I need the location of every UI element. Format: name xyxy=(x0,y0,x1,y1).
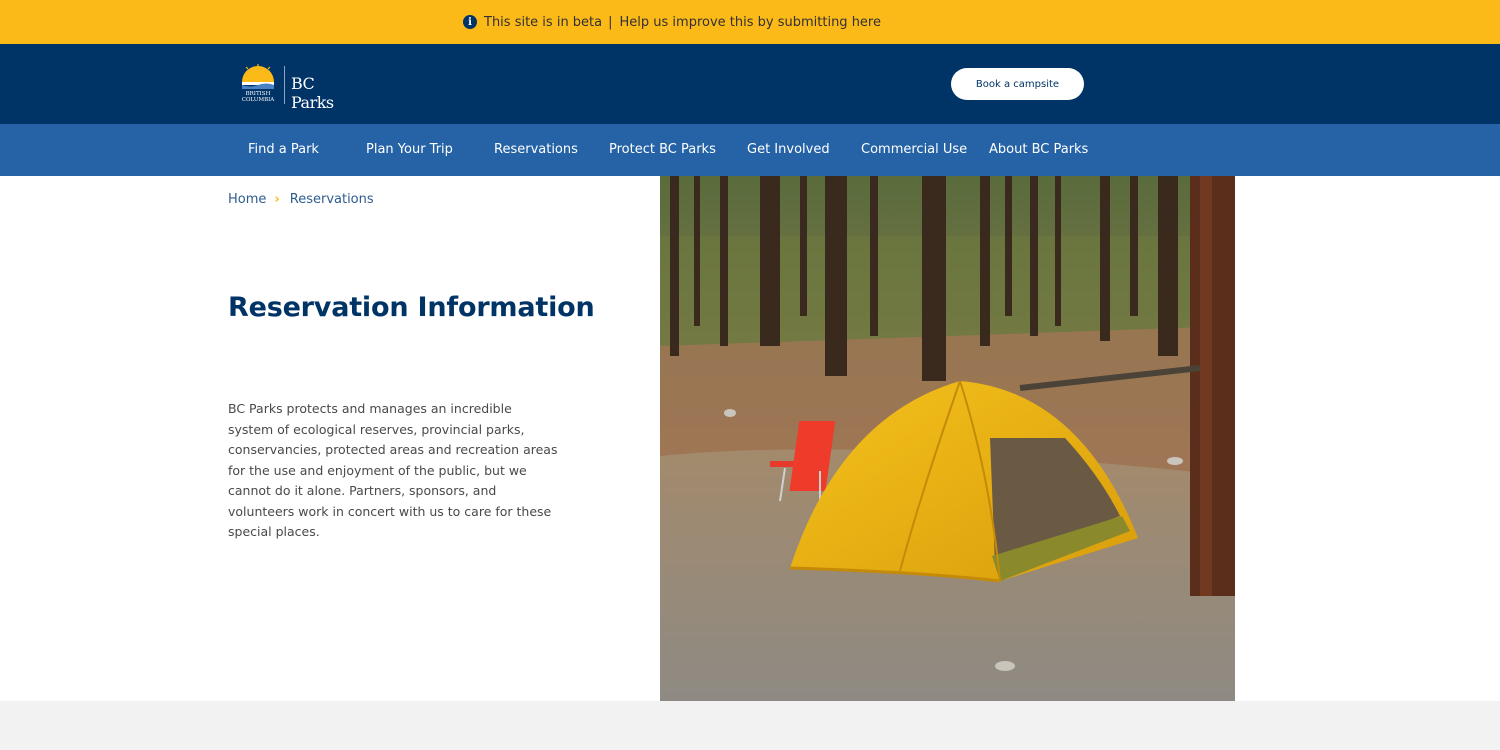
breadcrumb-reservations[interactable]: Reservations xyxy=(290,192,374,207)
page-title: Reservation Information xyxy=(228,292,595,323)
logo-sub-line2: COLUMBIA xyxy=(242,97,276,103)
beta-banner: i This site is in beta | Help us improve… xyxy=(0,0,1500,44)
logo-text: BC Parks xyxy=(291,74,334,112)
beta-separator: | xyxy=(608,14,613,30)
intro-paragraph: BC Parks protects and manages an incredi… xyxy=(228,401,558,539)
nav-item-reservations[interactable]: Reservations xyxy=(494,142,578,157)
nav-item-plan-your-trip[interactable]: Plan Your Trip xyxy=(366,142,453,157)
beta-banner-content: i This site is in beta | Help us improve… xyxy=(463,13,881,31)
info-circle-icon: i xyxy=(463,15,477,29)
breadcrumb-home[interactable]: Home xyxy=(228,192,266,207)
nav-item-protect-bc-parks[interactable]: Protect BC Parks xyxy=(609,142,716,157)
site-header: BRITISH COLUMBIA BC Parks Book a campsit… xyxy=(0,44,1500,124)
nav-item-about-bc-parks[interactable]: About BC Parks xyxy=(989,142,1088,157)
nav-item-find-a-park[interactable]: Find a Park xyxy=(248,142,319,157)
bc-sun-logo-icon: BRITISH COLUMBIA xyxy=(236,64,280,106)
main-nav: Find a Park Plan Your Trip Reservations … xyxy=(0,124,1500,176)
logo-divider xyxy=(284,66,285,104)
feedback-link[interactable]: Help us improve this by submitting here xyxy=(620,15,881,30)
beta-message: This site is in beta xyxy=(484,14,603,30)
book-campsite-button[interactable]: Book a campsite xyxy=(951,68,1084,100)
bc-parks-logo[interactable]: BRITISH COLUMBIA BC Parks xyxy=(236,64,361,112)
main-content: Home › Reservations Reservation Informat… xyxy=(0,176,1500,701)
nav-item-commercial-use[interactable]: Commercial Use xyxy=(861,142,967,157)
hero-image-campsite-tent xyxy=(660,176,1235,701)
breadcrumb: Home › Reservations xyxy=(228,192,374,207)
chevron-right-icon: › xyxy=(274,192,280,207)
nav-item-get-involved[interactable]: Get Involved xyxy=(747,142,830,157)
